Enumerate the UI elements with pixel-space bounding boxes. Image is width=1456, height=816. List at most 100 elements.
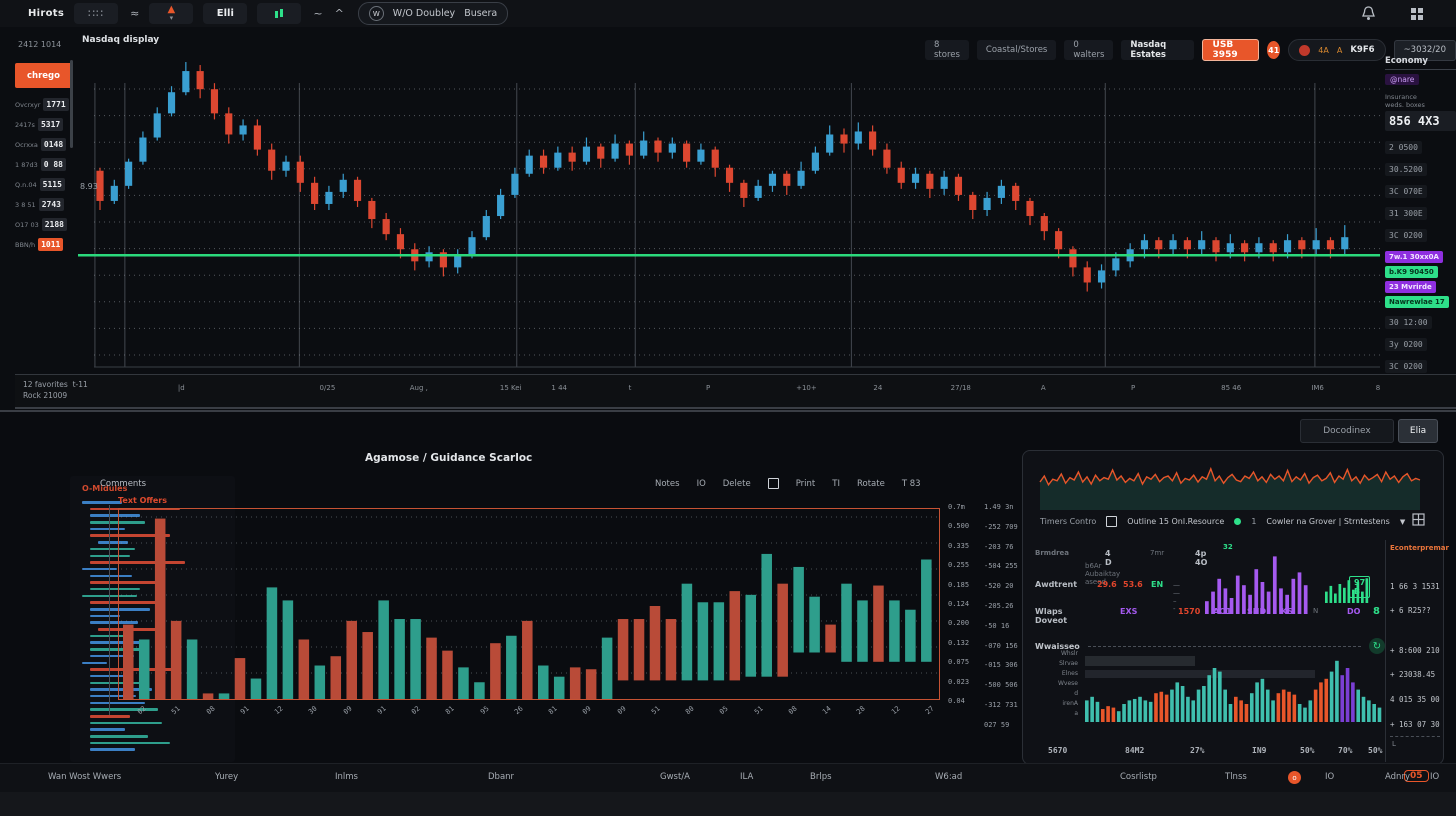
status-item[interactable]: Cosrlistp bbox=[1120, 772, 1157, 782]
scale-value[interactable]: 2 0500 bbox=[1385, 141, 1422, 154]
volume-toolbar-item[interactable]: T 83 bbox=[902, 479, 921, 489]
volume-x-label: 80 bbox=[684, 705, 696, 717]
scale-value[interactable]: 3y 0200 bbox=[1385, 338, 1427, 351]
sparkline-chart[interactable] bbox=[1040, 458, 1420, 512]
volume-y-label: 0.500 bbox=[948, 522, 969, 530]
volume-x-label: 28 bbox=[855, 705, 867, 717]
w-icon: W bbox=[369, 6, 384, 21]
menu-item-overlay[interactable]: W/O Doubley bbox=[393, 8, 455, 19]
right-column-value: 1 66 3 1531 bbox=[1390, 582, 1440, 591]
status-item[interactable]: Gwst/A bbox=[660, 772, 690, 782]
module-line bbox=[90, 702, 145, 705]
volume-toolbar-item[interactable]: Delete bbox=[723, 479, 751, 489]
status-item[interactable]: Wan Wost Wwers bbox=[48, 772, 121, 782]
row-label: Wlaps Doveot bbox=[1035, 607, 1067, 625]
watchlist-scrollbar[interactable] bbox=[70, 60, 73, 148]
volume-bar-chart[interactable] bbox=[118, 508, 940, 700]
row-value: EN bbox=[1151, 580, 1163, 589]
scale-sub2: weds. boxes bbox=[1385, 101, 1456, 109]
watchlist-row[interactable]: Ocrxxa0148 bbox=[15, 138, 73, 151]
price-marker-green[interactable]: Nawrewlae 17 bbox=[1385, 296, 1449, 308]
wave-tool-button[interactable]: ≈ bbox=[130, 7, 139, 20]
status-item[interactable]: W6:ad bbox=[935, 772, 962, 782]
status-orange-icon[interactable]: o bbox=[1288, 771, 1301, 784]
last-price: 856 4X3 bbox=[1385, 111, 1456, 131]
status-item[interactable]: Yurey bbox=[215, 772, 238, 782]
scale-value[interactable]: 3C 0200 bbox=[1385, 229, 1427, 242]
square-icon[interactable] bbox=[768, 478, 779, 489]
volume-y-label: 0.255 bbox=[948, 561, 969, 569]
right-column-value: + 23038.45 bbox=[1390, 670, 1435, 679]
edit-button[interactable]: Elia bbox=[1398, 419, 1438, 443]
scale-tag[interactable]: @nare bbox=[1385, 74, 1419, 85]
volume-toolbar-item[interactable]: Rotate bbox=[857, 479, 885, 489]
scale-value[interactable]: 31 300E bbox=[1385, 207, 1427, 220]
price-marker-purple[interactable]: 7w.1 30xx0A bbox=[1385, 251, 1443, 263]
status-item[interactable]: IO bbox=[1325, 772, 1334, 782]
scale-value[interactable]: 30 12:00 bbox=[1385, 316, 1432, 329]
watchlist-row[interactable]: 1 87d30 88 bbox=[15, 158, 73, 171]
checkbox-icon[interactable] bbox=[1106, 516, 1117, 527]
time-axis-info: 12 favorites t-11Rock 21009 bbox=[23, 379, 88, 401]
scale-value[interactable]: 3C 0200 bbox=[1385, 360, 1427, 373]
watchlist-row[interactable]: BBN/h1011 bbox=[15, 238, 73, 251]
module-line bbox=[82, 501, 122, 504]
status-item[interactable]: Inlms bbox=[335, 772, 358, 782]
status-bar: o 05 Wan Wost WwersYureyInlmsDbanrGwst/A… bbox=[0, 763, 1456, 793]
time-axis[interactable]: 12 favorites t-11Rock 21009 |d0/25Aug ,1… bbox=[15, 374, 1456, 409]
watchlist-row[interactable]: O17 032188 bbox=[15, 218, 73, 231]
status-item[interactable]: ILA bbox=[740, 772, 753, 782]
volume-toolbar-item[interactable]: Notes bbox=[655, 479, 680, 489]
time-axis-ticks: |d0/25Aug ,15 Kei1 44tP+10+2427/18AP85 4… bbox=[165, 375, 1453, 407]
candles-tool-button[interactable] bbox=[257, 3, 301, 24]
volume-x-label: 91 bbox=[376, 705, 388, 717]
watchlist-row-value: 2743 bbox=[39, 198, 64, 211]
panel-grid-icon[interactable] bbox=[1412, 513, 1425, 526]
panel-info-row: Timers Contro Outline 15 Onl.Resource 1 … bbox=[1040, 516, 1405, 527]
volume-y-label: 0.335 bbox=[948, 542, 969, 550]
volume-toolbar-item[interactable]: Print bbox=[796, 479, 816, 489]
watchlist-active-item[interactable]: chrego bbox=[15, 63, 72, 88]
time-tick: A bbox=[1041, 384, 1046, 392]
menu-item-presets[interactable]: Busera bbox=[464, 8, 497, 19]
status-item[interactable]: Tlnss bbox=[1225, 772, 1247, 782]
time-tick: 0/25 bbox=[320, 384, 336, 392]
volume-chart-toolbar: Notes IO Delete Print TI Rotate T 83 bbox=[655, 478, 921, 489]
status-item[interactable]: Adnry bbox=[1385, 772, 1410, 782]
collapse-button[interactable]: ^ bbox=[335, 7, 344, 20]
scale-value[interactable]: 30.5200 bbox=[1385, 163, 1427, 176]
price-marker-green[interactable]: b.K9 90450 bbox=[1385, 266, 1438, 278]
watchlist-row[interactable]: Q.n.045115 bbox=[15, 178, 73, 191]
volume-toolbar-item[interactable]: IO bbox=[697, 479, 706, 489]
line-style-button[interactable]: ~ bbox=[313, 7, 322, 20]
percent-value: 84M2 bbox=[1125, 746, 1144, 755]
notifications-icon[interactable] bbox=[1361, 6, 1376, 21]
apps-grid-icon[interactable] bbox=[1410, 7, 1424, 21]
spectrum-chart[interactable] bbox=[1085, 650, 1383, 724]
col-label: Brmdrea bbox=[1035, 549, 1069, 557]
dashboard-button[interactable]: Docodinex bbox=[1300, 419, 1394, 443]
watchlist-row[interactable]: 3 8 512743 bbox=[15, 198, 73, 211]
info-left[interactable]: Timers Contro bbox=[1040, 517, 1096, 526]
candlestick-chart[interactable] bbox=[78, 55, 1380, 373]
time-tick: 1 44 bbox=[551, 384, 567, 392]
volume-toolbar-item[interactable]: TI bbox=[832, 479, 840, 489]
elli-button[interactable]: Elli bbox=[203, 3, 247, 24]
cursor-tool-button[interactable]: ▲ ▾ bbox=[149, 3, 193, 24]
info-outline[interactable]: Outline 15 Onl.Resource bbox=[1127, 517, 1224, 526]
watchlist-row-label: Ovcrxyr bbox=[15, 101, 40, 109]
scale-value[interactable]: 3C 070E bbox=[1385, 185, 1427, 198]
layout-dots-button[interactable]: ∷∷ bbox=[74, 3, 118, 24]
workspace-menu[interactable]: W W/O Doubley Busera bbox=[358, 2, 508, 25]
chevron-down-icon[interactable]: ▼ bbox=[1400, 518, 1405, 526]
info-filter[interactable]: Cowler na Grover | Strntestens bbox=[1266, 517, 1389, 526]
time-tick: 24 bbox=[873, 384, 882, 392]
price-marker-purple[interactable]: 23 Mvrirde bbox=[1385, 281, 1436, 293]
status-item[interactable]: Brlps bbox=[810, 772, 832, 782]
watchlist-row[interactable]: 2417s5317 bbox=[15, 118, 73, 131]
row-label: Awdtrent bbox=[1035, 580, 1077, 589]
chevron-down-icon: ▾ bbox=[170, 14, 174, 22]
watchlist-row[interactable]: Ovcrxyr1771 bbox=[15, 98, 73, 111]
status-item[interactable]: Dbanr bbox=[488, 772, 514, 782]
status-item[interactable]: IO bbox=[1430, 772, 1439, 782]
